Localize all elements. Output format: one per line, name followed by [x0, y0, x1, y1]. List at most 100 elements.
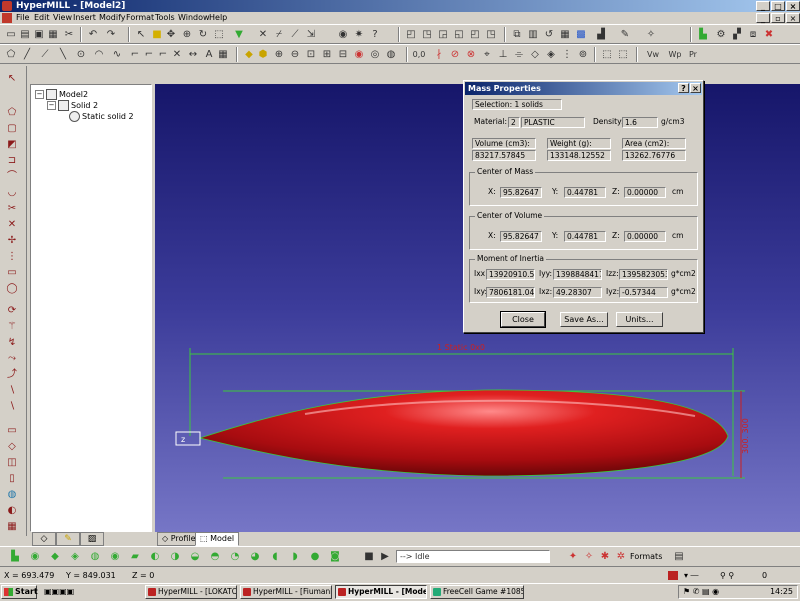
shape-cut-icon[interactable]: ✂	[5, 202, 19, 216]
cube-icon[interactable]: ⬚	[616, 48, 630, 62]
edit-b-icon[interactable]: ◇	[5, 440, 19, 454]
snap-center-icon[interactable]: ⌖	[480, 48, 494, 62]
shape-edit-icon[interactable]: ▭	[5, 266, 19, 280]
snap-toggle-icon[interactable]: ⚲ ⚲	[720, 569, 734, 582]
save-as-button[interactable]: Save As...	[560, 312, 608, 327]
collapse-icon[interactable]: −	[47, 101, 56, 110]
lines-icon[interactable]: ⟋	[38, 48, 52, 62]
tool-a-icon[interactable]: ⟳	[5, 304, 19, 318]
doc-restore-button[interactable]: ▫	[771, 13, 785, 23]
view-front-icon[interactable]: ◰	[404, 28, 418, 42]
snap-quad-icon[interactable]: ◈	[544, 48, 558, 62]
cam-a-icon[interactable]: ▙	[8, 550, 22, 564]
snap-perp-icon[interactable]: ⊥	[496, 48, 510, 62]
copy-icon[interactable]: ⧉	[510, 28, 524, 42]
snap-mid-icon[interactable]: ⊘	[448, 48, 462, 62]
doc-close-button[interactable]: ×	[786, 13, 800, 23]
command-line[interactable]: --> Idle	[396, 550, 550, 563]
tree-tab-2[interactable]: ✎	[56, 532, 80, 546]
part-solid[interactable]	[198, 389, 729, 477]
light-icon[interactable]: ✷	[352, 28, 366, 42]
shape-polygon-icon[interactable]: ⬠	[5, 106, 19, 120]
menu-edit[interactable]: Edit	[34, 12, 50, 24]
cut-icon[interactable]: ✂	[62, 28, 76, 42]
snap-off-icon[interactable]: ⊚	[576, 48, 590, 62]
wand-icon[interactable]: ✎	[618, 28, 632, 42]
solid-icon[interactable]: ■	[150, 28, 164, 42]
tools-icon[interactable]: ✧	[644, 28, 658, 42]
cam-i-icon[interactable]: ◑	[168, 550, 182, 564]
tree-tab-1[interactable]: ◇	[32, 532, 56, 546]
shape-ellipse-icon[interactable]: ◯	[5, 282, 19, 296]
shape-grid-icon[interactable]: ⋮	[5, 250, 19, 264]
arc-icon[interactable]: ◠	[92, 48, 106, 62]
tree-node-solid[interactable]: − Solid 2	[47, 100, 98, 111]
edit-e-icon[interactable]: ◍	[5, 488, 19, 502]
view-bottom-icon[interactable]: ◳	[484, 28, 498, 42]
cam-n-icon[interactable]: ◖	[268, 550, 282, 564]
render-icon[interactable]: ▩	[574, 28, 588, 42]
menu-help[interactable]: Help	[209, 12, 227, 24]
grid-icon[interactable]: ▦	[558, 28, 572, 42]
dim-icon[interactable]: ↔	[186, 48, 200, 62]
cam-e-icon[interactable]: ◍	[88, 550, 102, 564]
task-freecell[interactable]: FreeCell Game #10855	[430, 585, 524, 599]
tray-icons[interactable]: ⚑ ✆ ▤ ◉	[683, 587, 719, 596]
spline-icon[interactable]: ∿	[110, 48, 124, 62]
line2-icon[interactable]: ╲	[56, 48, 70, 62]
menu-insert[interactable]: Insert	[73, 12, 96, 24]
close-window-button[interactable]: ×	[786, 1, 800, 11]
wire-icon[interactable]: ◎	[368, 48, 382, 62]
tree-node-static-solid[interactable]: Static solid 2	[69, 111, 134, 122]
zoom-all-icon[interactable]: ⊞	[320, 48, 334, 62]
zoom-prev-icon[interactable]: ⊟	[336, 48, 350, 62]
edit-c-icon[interactable]: ◫	[5, 456, 19, 470]
polyline-icon[interactable]: ⬠	[4, 48, 18, 62]
pointer-icon[interactable]: ↖	[5, 72, 19, 86]
shape-twist-icon[interactable]: ✢	[5, 234, 19, 248]
quicklaunch-icon[interactable]: ▣▣▣▣	[44, 587, 74, 596]
shape-curve-icon[interactable]: ⌒	[5, 170, 19, 184]
text-icon[interactable]: A	[202, 48, 216, 62]
circle-icon[interactable]: ⊙	[74, 48, 88, 62]
fillet-icon[interactable]: ⌐	[128, 48, 142, 62]
shape-bracket-icon[interactable]: ⊐	[5, 154, 19, 168]
undo2-icon[interactable]: ↺	[542, 28, 556, 42]
tool-g-icon[interactable]: ∖	[5, 400, 19, 414]
cam-f-icon[interactable]: ◉	[108, 550, 122, 564]
shape-cross-icon[interactable]: ✕	[5, 218, 19, 232]
line-style-icon[interactable]: ▾ ⎯⎯	[684, 569, 699, 582]
help-context-icon[interactable]: ?	[368, 28, 382, 42]
minimize-button[interactable]: _	[756, 1, 770, 11]
snap-grid-icon[interactable]: ⋮	[560, 48, 574, 62]
tool-b-icon[interactable]: ⚚	[5, 320, 19, 334]
zoom-in-icon[interactable]: ⊕	[272, 48, 286, 62]
revolve-icon[interactable]: ⬢	[256, 48, 270, 62]
zoom-icon[interactable]: ⊕	[180, 28, 194, 42]
snap-tan-icon[interactable]: ⌯	[512, 48, 526, 62]
fmt-d-icon[interactable]: ✲	[614, 550, 628, 564]
cam-p-icon[interactable]: ●	[308, 550, 322, 564]
vw-icon[interactable]: Vw	[642, 48, 664, 62]
tool-f-icon[interactable]: ∖	[5, 384, 19, 398]
offset-icon[interactable]: ⌐	[156, 48, 170, 62]
paste-icon[interactable]: ▥	[526, 28, 540, 42]
redo-icon[interactable]: ↷	[104, 28, 118, 42]
dialog-close-icon[interactable]: ×	[690, 83, 701, 93]
maximize-button[interactable]: □	[771, 1, 785, 11]
units-button[interactable]: Units...	[616, 312, 663, 327]
cam-c-icon[interactable]: ◆	[48, 550, 62, 564]
fmt-b-icon[interactable]: ✧	[582, 550, 596, 564]
eye-icon[interactable]: ◉	[336, 28, 350, 42]
hatch-icon[interactable]: ▦	[216, 48, 230, 62]
edit-g-icon[interactable]: ▦	[5, 520, 19, 534]
task-hypermill-fiumanka[interactable]: HyperMILL - [Fiumanka...	[240, 585, 332, 599]
snap-near-icon[interactable]: ◇	[528, 48, 542, 62]
menu-file[interactable]: File	[16, 12, 29, 24]
layer-icon[interactable]: ▼	[232, 28, 246, 42]
cam-o-icon[interactable]: ◗	[288, 550, 302, 564]
tool-d-icon[interactable]: ⤳	[5, 352, 19, 366]
shape-wedge-icon[interactable]: ◩	[5, 138, 19, 152]
select-icon[interactable]: ↖	[134, 28, 148, 42]
tool-e-icon[interactable]: ⤴	[5, 368, 19, 382]
